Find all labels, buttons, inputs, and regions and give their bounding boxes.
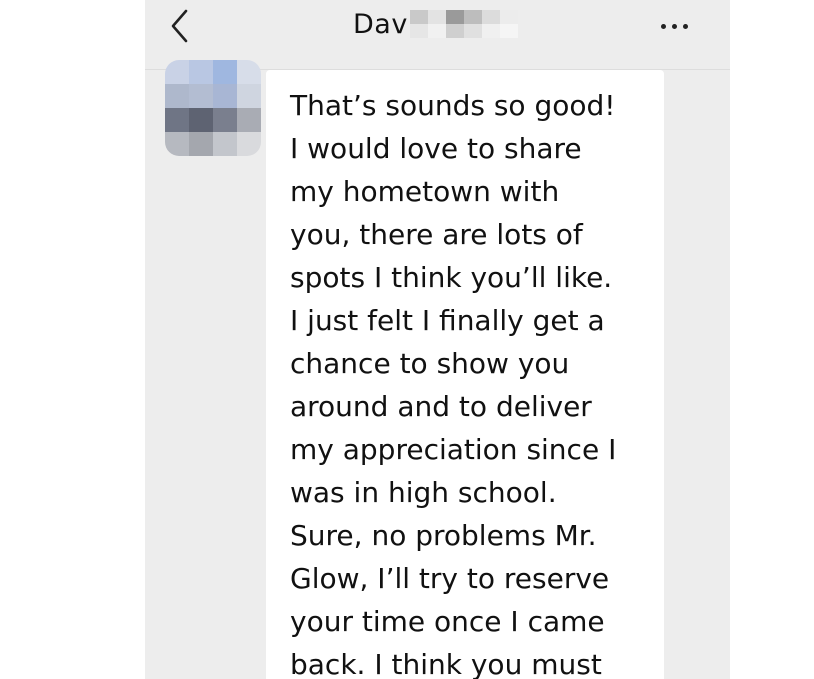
chat-screen: Dav That’s sounds so good! I would love … (145, 0, 730, 679)
chevron-left-icon (171, 9, 188, 43)
message-text: That’s sounds so good! I would love to s… (290, 89, 617, 679)
more-horizontal-icon (660, 23, 688, 29)
contact-name: Dav (353, 8, 408, 40)
message-bubble[interactable]: That’s sounds so good! I would love to s… (266, 70, 664, 679)
contact-avatar[interactable] (165, 60, 261, 156)
chat-title: Dav (353, 6, 518, 42)
chat-header: Dav (145, 0, 730, 52)
name-redaction-mosaic (409, 10, 518, 38)
back-button[interactable] (167, 8, 197, 44)
more-options-button[interactable] (650, 14, 698, 38)
